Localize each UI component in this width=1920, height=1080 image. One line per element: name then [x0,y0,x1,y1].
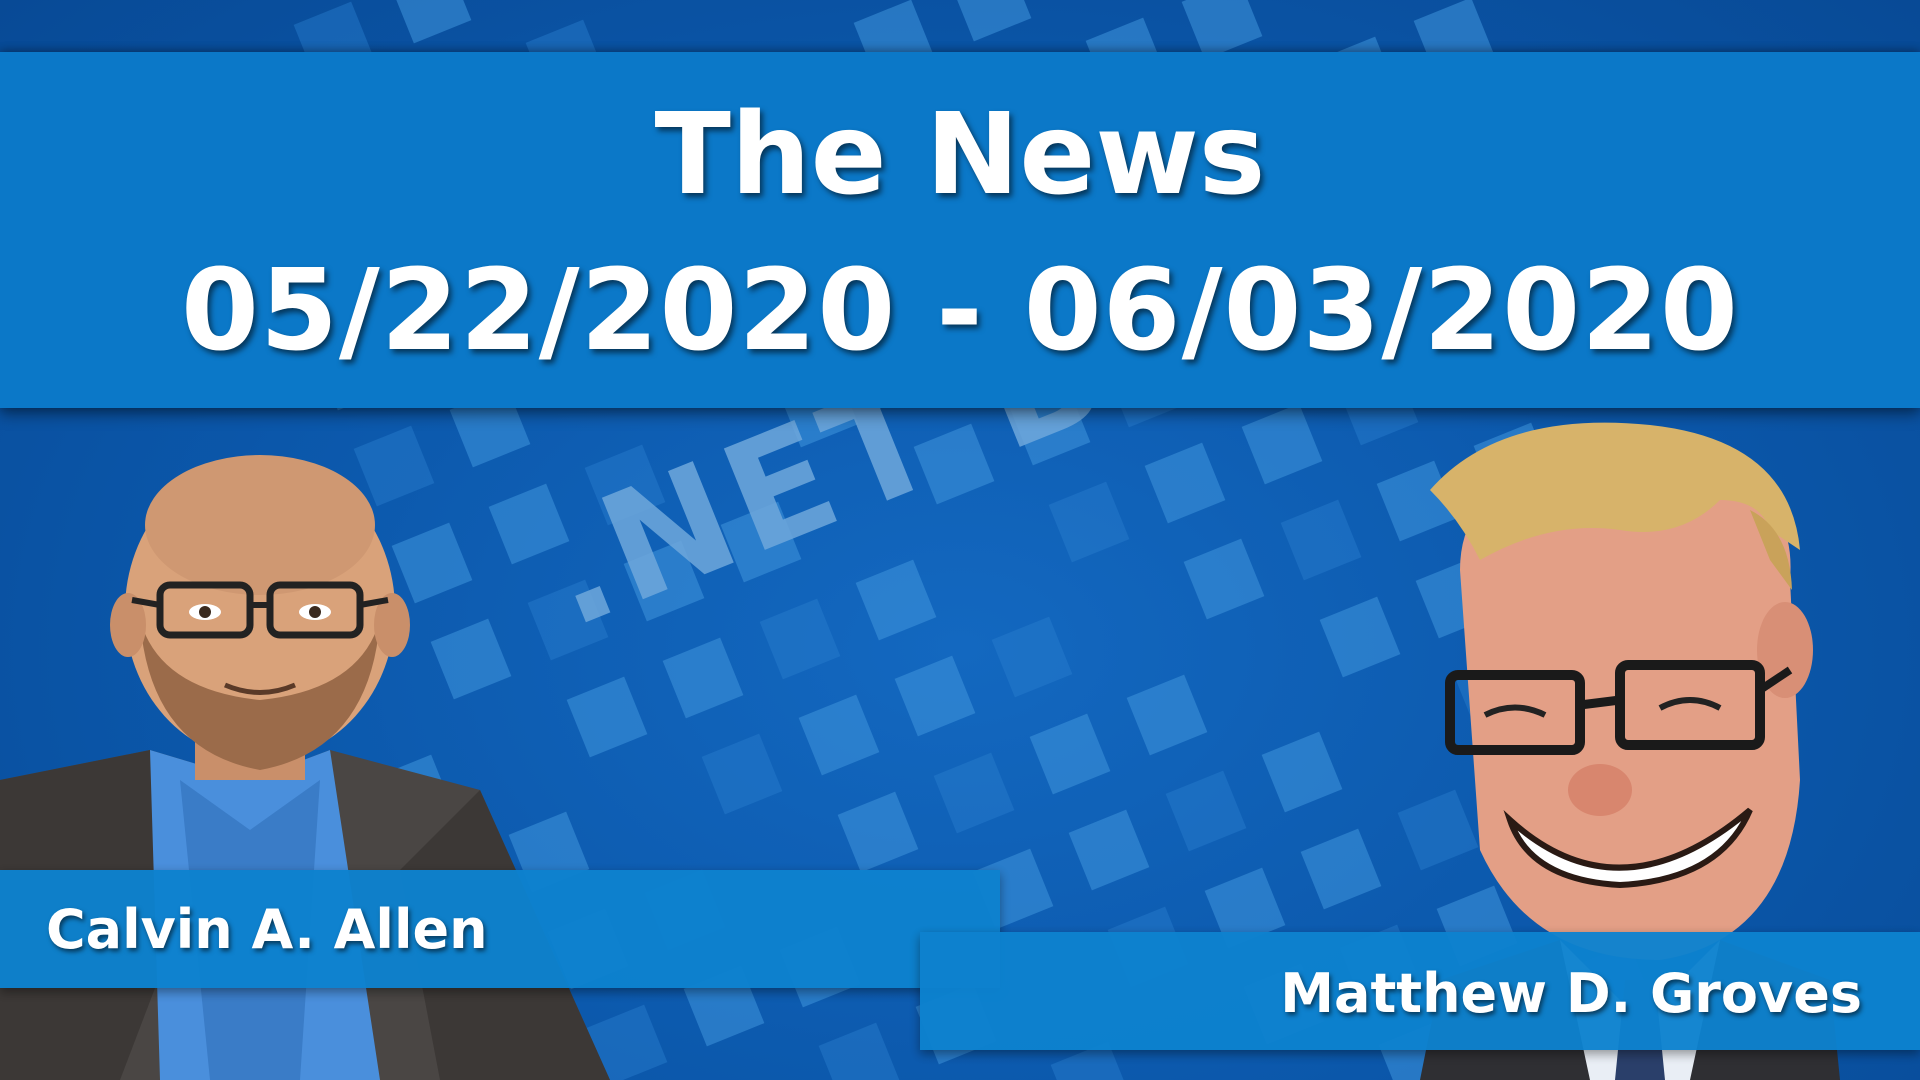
pattern-square [933,752,1015,834]
pattern-square [818,1023,900,1080]
pattern-square [1261,731,1343,813]
pattern-square [991,616,1072,698]
pattern-square [1183,539,1265,620]
right-host-name: Matthew D. Groves [1280,962,1862,1025]
left-host-name: Calvin A. Allen [46,898,488,961]
pattern-square [1069,809,1150,891]
pattern-square [1126,674,1208,756]
pattern-square [1048,481,1130,563]
pattern-square [1280,500,1362,581]
pattern-square [759,598,841,680]
date-range: 05/22/2020 - 06/03/2020 [181,246,1739,376]
pattern-square [1145,442,1226,524]
pattern-square [1241,403,1323,485]
pattern-square [1319,596,1401,678]
pattern-square [837,791,918,872]
pattern-square [894,655,976,737]
pattern-square [1165,770,1247,852]
pattern-square [1300,828,1382,910]
title-heading: The News [654,90,1266,220]
pattern-square [1030,713,1111,795]
pattern-square [798,694,879,776]
pattern-square [1182,0,1263,60]
pattern-square [701,733,783,815]
pattern-square [950,0,1031,42]
pattern-square [855,559,937,641]
pattern-square [662,637,744,719]
pattern-square [390,0,471,44]
thumbnail-canvas: .NET BYTES The News 05/22/2020 - 06/03/2… [0,0,1920,1080]
